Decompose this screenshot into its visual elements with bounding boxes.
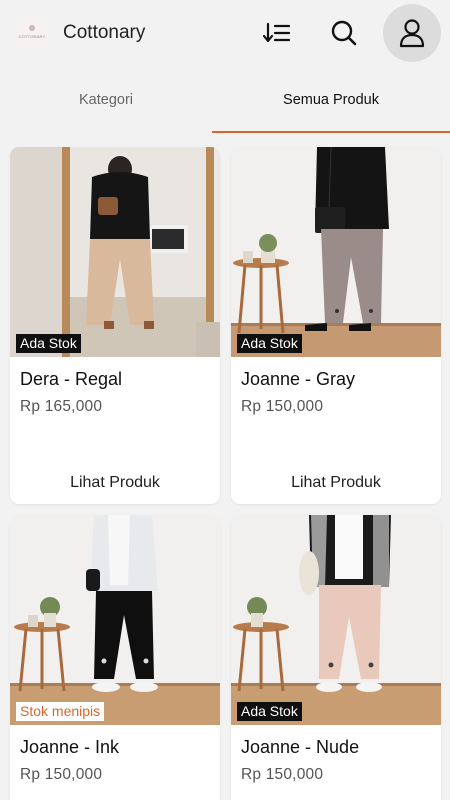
search-button[interactable] <box>326 16 362 50</box>
search-icon <box>331 20 357 46</box>
product-price: Rp 150,000 <box>20 766 103 783</box>
app-title: Cottonary <box>63 22 146 43</box>
stock-badge: Stok menipis <box>16 702 105 721</box>
logo-text: COTTONARY <box>18 34 46 39</box>
tab-kategori[interactable]: Kategori <box>0 66 212 134</box>
product-price: Rp 165,000 <box>20 398 103 415</box>
product-card-joanne-nude[interactable]: Ada Stok Joanne - Nude Rp 150,000 <box>231 515 441 800</box>
product-price: Rp 150,000 <box>241 766 324 783</box>
product-price: Rp 150,000 <box>241 398 324 415</box>
sort-button[interactable] <box>259 18 295 48</box>
product-card-dera-regal[interactable]: Ada Stok Dera - Regal Rp 165,000 Lihat P… <box>10 147 220 504</box>
view-product-button[interactable]: Lihat Produk <box>10 465 220 501</box>
tab-semua-produk[interactable]: Semua Produk <box>212 66 450 134</box>
active-tab-indicator <box>212 131 450 133</box>
product-name: Dera - Regal <box>20 369 123 389</box>
app-bar: COTTONARY Cottonary <box>0 0 450 66</box>
stock-badge: Ada Stok <box>237 334 302 353</box>
product-image: Ada Stok <box>231 515 441 725</box>
product-card-joanne-gray[interactable]: Ada Stok Joanne - Gray Rp 150,000 Lihat … <box>231 147 441 504</box>
account-icon <box>399 19 425 48</box>
stock-badge: Ada Stok <box>237 702 302 721</box>
product-card-joanne-ink[interactable]: Stok menipis Joanne - Ink Rp 150,000 <box>10 515 220 800</box>
view-product-button[interactable]: Lihat Produk <box>231 465 441 501</box>
tab-bar: Kategori Semua Produk <box>0 66 450 136</box>
product-image: Stok menipis <box>10 515 220 725</box>
brand-logo: COTTONARY <box>14 14 50 50</box>
sort-icon <box>263 22 291 43</box>
product-name: Joanne - Gray <box>241 369 356 389</box>
stock-badge: Ada Stok <box>16 334 81 353</box>
product-name: Joanne - Nude <box>241 737 360 757</box>
product-image: Ada Stok <box>231 147 441 357</box>
product-name: Joanne - Ink <box>20 737 120 757</box>
product-image: Ada Stok <box>10 147 220 357</box>
account-button[interactable] <box>383 4 441 62</box>
